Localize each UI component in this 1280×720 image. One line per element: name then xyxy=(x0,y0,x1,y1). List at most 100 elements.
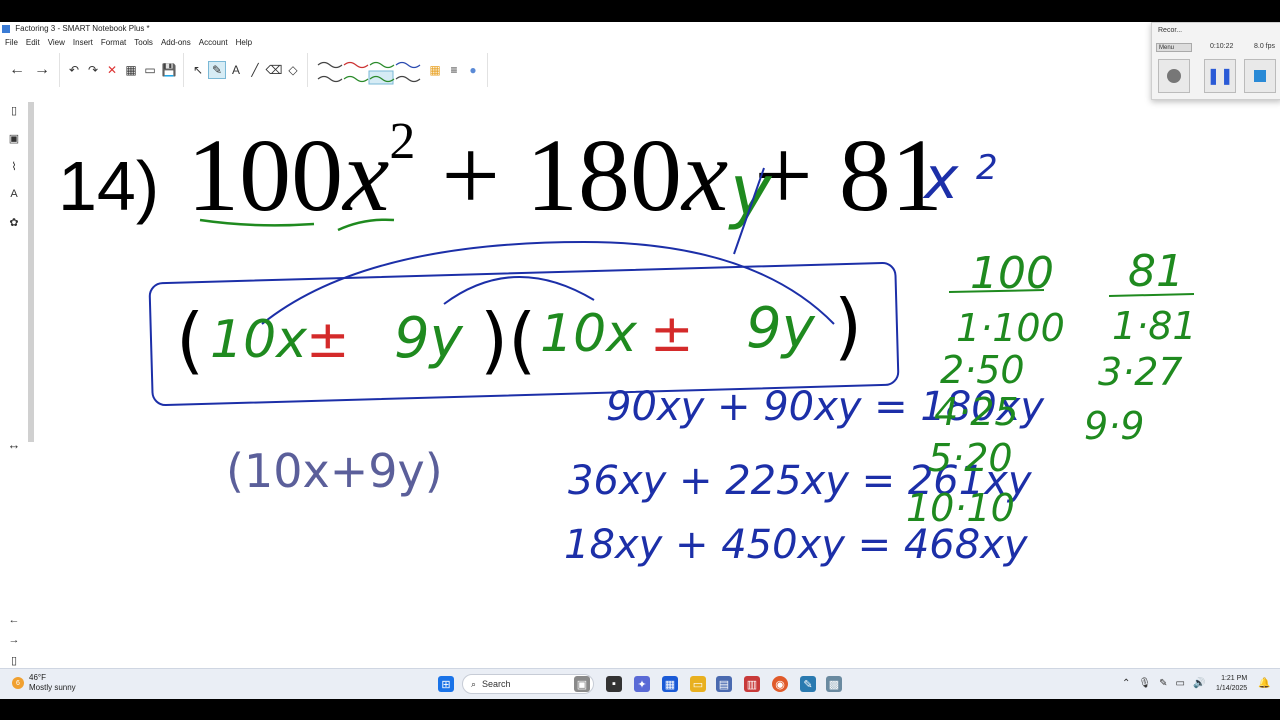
smart-notebook-icon xyxy=(2,24,10,33)
record-icon xyxy=(1167,69,1181,83)
recorder-fps: 8.0 fps xyxy=(1254,43,1276,50)
forward-arrow-icon[interactable]: → xyxy=(31,59,53,81)
menu-view[interactable]: View xyxy=(48,37,65,49)
gray-note: (10x+9y) xyxy=(226,444,443,498)
addons-icon[interactable]: ✿ xyxy=(7,215,21,229)
recorder-menu[interactable]: Menu xyxy=(1156,43,1192,52)
resize-handle-icon[interactable]: ↔ xyxy=(7,437,21,452)
menu-bar: File Edit View Insert Format Tools Add-o… xyxy=(0,37,252,49)
app-icon-1[interactable]: ▪ xyxy=(606,676,622,692)
page-sorter-icon[interactable]: ▯ xyxy=(7,103,21,117)
task-view-icon[interactable]: ▣ xyxy=(574,676,590,692)
menu-format[interactable]: Format xyxy=(101,37,126,49)
search-placeholder: Search xyxy=(482,679,511,689)
window-title: Factoring 3 - SMART Notebook Plus * xyxy=(15,24,150,33)
weather-condition: Mostly sunny xyxy=(29,683,76,692)
redo-icon[interactable]: ↷ xyxy=(85,62,101,78)
shapes-icon[interactable]: ◇ xyxy=(285,62,301,78)
eraser-icon[interactable]: ⌫ xyxy=(266,62,283,78)
pair-81-3: 9·9 xyxy=(1084,404,1145,448)
system-tray: ⌃ 🎙 ✎ ▭ 🔊 xyxy=(1122,678,1205,689)
volume-icon[interactable]: 🔊 xyxy=(1193,678,1205,689)
paren-mid: )( xyxy=(480,298,537,382)
pair-81-1: 1·81 xyxy=(1112,304,1197,348)
factor-pairs-100-header: 100 xyxy=(970,248,1054,299)
app-icon-4[interactable]: ▩ xyxy=(826,676,842,692)
properties-icon[interactable]: A xyxy=(7,187,21,201)
factor1-term2: 9y xyxy=(394,306,463,371)
delete-icon[interactable]: ✕ xyxy=(104,62,120,78)
menu-edit[interactable]: Edit xyxy=(26,37,40,49)
pair-81-2: 3·27 xyxy=(1098,350,1183,394)
factor2-pm: ± xyxy=(650,304,694,364)
back-arrow-icon[interactable]: ← xyxy=(6,59,28,81)
paren-open: ( xyxy=(176,298,205,382)
copilot-icon[interactable]: ✦ xyxy=(634,676,650,692)
recorder-title: Recor... xyxy=(1158,27,1183,34)
whiteboard-canvas[interactable]: 14) 100x2 + 180x + 81 x y 2 ( 10x ± 9y )… xyxy=(34,92,1280,686)
file-explorer-icon[interactable]: ▭ xyxy=(690,676,706,692)
battery-icon[interactable]: ▭ xyxy=(1175,678,1184,689)
stop-button[interactable] xyxy=(1244,59,1276,93)
pair-100-3: 4·25 xyxy=(934,390,1019,434)
line-style-icon[interactable]: ≡ xyxy=(446,62,462,78)
toolbar: ← → ↶ ↷ ✕ ▦ ▭ 💾 ↖ ✎ A ╱ ⌫ ◇ ▦ ≡ ● xyxy=(0,50,1150,90)
factor2-term1: 10x xyxy=(540,304,637,364)
gallery-icon[interactable]: ▣ xyxy=(7,131,21,145)
select-tool-icon[interactable]: ✎ xyxy=(208,61,226,79)
store-icon[interactable]: ▦ xyxy=(662,676,678,692)
menu-file[interactable]: File xyxy=(5,37,18,49)
paren-close: ) xyxy=(834,284,863,368)
prev-page-icon[interactable]: ← xyxy=(7,613,21,627)
app-icon-3[interactable]: ▥ xyxy=(744,676,760,692)
notification-bell-icon[interactable]: 🔔 xyxy=(1258,678,1270,689)
pair-100-5: 10·10 xyxy=(906,486,1015,530)
factor1-term1: 10x xyxy=(210,310,307,370)
weather-temp: 46°F xyxy=(29,673,46,682)
factor2-term2: 9y xyxy=(746,296,815,361)
color-palette-icon[interactable]: ▦ xyxy=(427,62,443,78)
line-tool-icon[interactable]: ╱ xyxy=(247,62,263,78)
tools-group: ↖ ✎ A ╱ ⌫ ◇ xyxy=(184,53,308,87)
clock-date: 1/14/2025 xyxy=(1216,685,1248,692)
menu-insert[interactable]: Insert xyxy=(73,37,93,49)
screen-recorder-widget: Recor... Menu 0:10:22 8.0 fps ❚❚ xyxy=(1151,22,1280,100)
factor-pairs-81-header: 81 xyxy=(1128,246,1184,297)
clock[interactable]: 1:21 PM 1/14/2025 xyxy=(1216,674,1247,694)
table-icon[interactable]: ▦ xyxy=(123,62,139,78)
factor1-pm: ± xyxy=(306,310,350,370)
smart-notebook-taskbar-icon[interactable]: ✎ xyxy=(800,676,816,692)
record-button[interactable] xyxy=(1158,59,1190,93)
chrome-icon[interactable]: ◉ xyxy=(772,676,788,692)
pen-presets-group: ▦ ≡ ● xyxy=(308,53,488,87)
menu-account[interactable]: Account xyxy=(199,37,228,49)
pair-100-2: 2·50 xyxy=(940,348,1025,392)
undo-icon[interactable]: ↶ xyxy=(66,62,82,78)
stop-icon xyxy=(1254,70,1266,82)
add-page-icon[interactable]: ▯ xyxy=(7,653,21,667)
pointer-icon[interactable]: ↖ xyxy=(190,62,206,78)
pen-icon[interactable]: ✎ xyxy=(1159,678,1167,689)
pause-icon: ❚❚ xyxy=(1206,68,1234,85)
menu-help[interactable]: Help xyxy=(236,37,252,49)
pause-button[interactable]: ❚❚ xyxy=(1204,59,1236,93)
windows-start-icon[interactable]: ⊞ xyxy=(438,676,454,692)
screen-shade-icon[interactable]: ▭ xyxy=(142,62,158,78)
chevron-up-icon[interactable]: ⌃ xyxy=(1122,678,1130,689)
weather-widget[interactable]: 6 46°F Mostly sunny xyxy=(12,673,76,693)
menu-tools[interactable]: Tools xyxy=(134,37,153,49)
microphone-icon[interactable]: 🎙 xyxy=(1138,678,1151,689)
save-icon[interactable]: 💾 xyxy=(161,62,177,78)
text-tool-icon[interactable]: A xyxy=(228,62,244,78)
menu-addons[interactable]: Add-ons xyxy=(161,37,191,49)
pen-presets-icon[interactable] xyxy=(314,55,424,85)
taskbar: 6 46°F Mostly sunny ⊞ ⌕ Search ▣ ▪ ✦ ▦ ▭… xyxy=(0,668,1280,699)
app-icon-2[interactable]: ▤ xyxy=(716,676,732,692)
attachments-icon[interactable]: ⌇ xyxy=(7,159,21,173)
next-page-icon[interactable]: → xyxy=(7,633,21,647)
fill-icon[interactable]: ● xyxy=(465,62,481,78)
search-icon: ⌕ xyxy=(471,678,477,689)
edit-group: ↶ ↷ ✕ ▦ ▭ 💾 xyxy=(60,53,184,87)
title-bar: Factoring 3 - SMART Notebook Plus * xyxy=(0,22,1150,36)
pair-100-1: 1·100 xyxy=(956,306,1065,350)
